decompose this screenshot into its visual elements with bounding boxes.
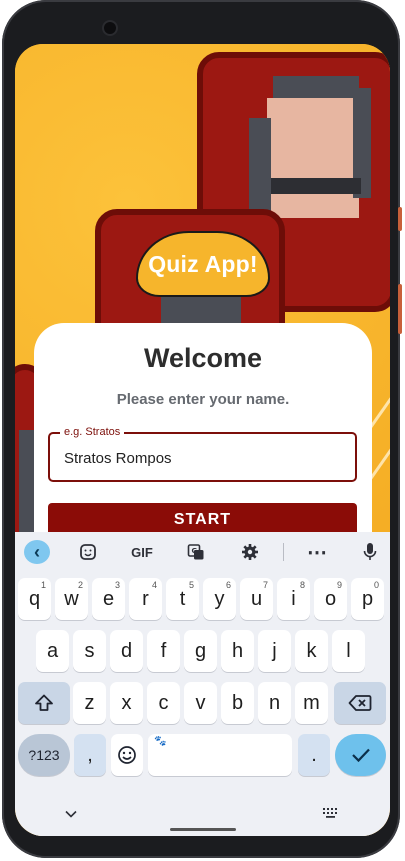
key-k[interactable]: k <box>295 630 328 672</box>
key-v[interactable]: v <box>184 682 217 724</box>
key-e[interactable]: e3 <box>92 578 125 620</box>
key-d[interactable]: d <box>110 630 143 672</box>
name-input[interactable] <box>62 434 346 482</box>
key-l[interactable]: l <box>332 630 365 672</box>
key-s[interactable]: s <box>73 630 106 672</box>
keyboard-toolbar: ‹ GIF G ⋯ <box>15 532 390 572</box>
emoji-icon[interactable] <box>111 734 143 776</box>
space-bar[interactable]: 🐾 <box>148 734 292 776</box>
key-p[interactable]: p0 <box>351 578 384 620</box>
key-m[interactable]: m <box>295 682 328 724</box>
key-a[interactable]: a <box>36 630 69 672</box>
svg-text:G: G <box>192 547 198 555</box>
gear-icon[interactable] <box>239 540 261 564</box>
key-n[interactable]: n <box>258 682 291 724</box>
app-title: Quiz App! <box>148 250 258 277</box>
comma-key[interactable]: , <box>74 734 106 776</box>
onscreen-keyboard: ‹ GIF G ⋯ q1 w2 e3 r4 t 5 y 6 u 7 i 8 o … <box>15 532 390 836</box>
key-r[interactable]: r4 <box>129 578 162 620</box>
chevron-down-icon[interactable] <box>63 806 79 822</box>
key-u[interactable]: u7 <box>240 578 273 620</box>
name-field[interactable]: e.g. Stratos <box>48 426 357 482</box>
chevron-left-icon[interactable]: ‹ <box>24 540 50 564</box>
key-f[interactable]: f <box>147 630 180 672</box>
key-b[interactable]: b <box>221 682 254 724</box>
home-indicator[interactable] <box>170 828 236 831</box>
power-button <box>398 207 402 231</box>
volume-button <box>398 284 402 334</box>
gif-button[interactable]: GIF <box>127 540 157 564</box>
app-screen: Quiz App! Welcome Please enter your name… <box>15 44 390 836</box>
front-camera <box>104 22 116 34</box>
checkmark-icon[interactable] <box>335 734 386 776</box>
key-y[interactable]: y6 <box>203 578 236 620</box>
shift-arrow-icon[interactable] <box>18 682 70 724</box>
paw-icon: 🐾 <box>154 736 167 747</box>
sticker-icon[interactable] <box>77 540 99 564</box>
key-g[interactable]: g <box>184 630 217 672</box>
toolbar-divider <box>283 543 284 561</box>
backspace-icon[interactable] <box>334 682 386 724</box>
key-x[interactable]: x <box>110 682 143 724</box>
title-bubble: Quiz App! <box>136 231 270 297</box>
key-c[interactable]: c <box>147 682 180 724</box>
microphone-icon[interactable] <box>359 540 381 564</box>
more-horizontal-icon[interactable]: ⋯ <box>306 540 328 564</box>
translate-icon[interactable]: G <box>185 540 207 564</box>
key-t[interactable]: t5 <box>166 578 199 620</box>
name-prompt: Please enter your name. <box>116 391 290 408</box>
phone-frame: Quiz App! Welcome Please enter your name… <box>2 0 402 858</box>
key-o[interactable]: o9 <box>314 578 347 620</box>
key-h[interactable]: h <box>221 630 254 672</box>
key-z[interactable]: z <box>73 682 106 724</box>
key-i[interactable]: i8 <box>277 578 310 620</box>
symbols-key[interactable]: ?123 <box>18 734 70 776</box>
keyboard-icon[interactable] <box>321 806 341 822</box>
key-w[interactable]: w2 <box>55 578 88 620</box>
welcome-heading: Welcome <box>143 343 263 373</box>
key-q[interactable]: q1 <box>18 578 51 620</box>
key-j[interactable]: j <box>258 630 291 672</box>
period-key[interactable]: . <box>298 734 330 776</box>
